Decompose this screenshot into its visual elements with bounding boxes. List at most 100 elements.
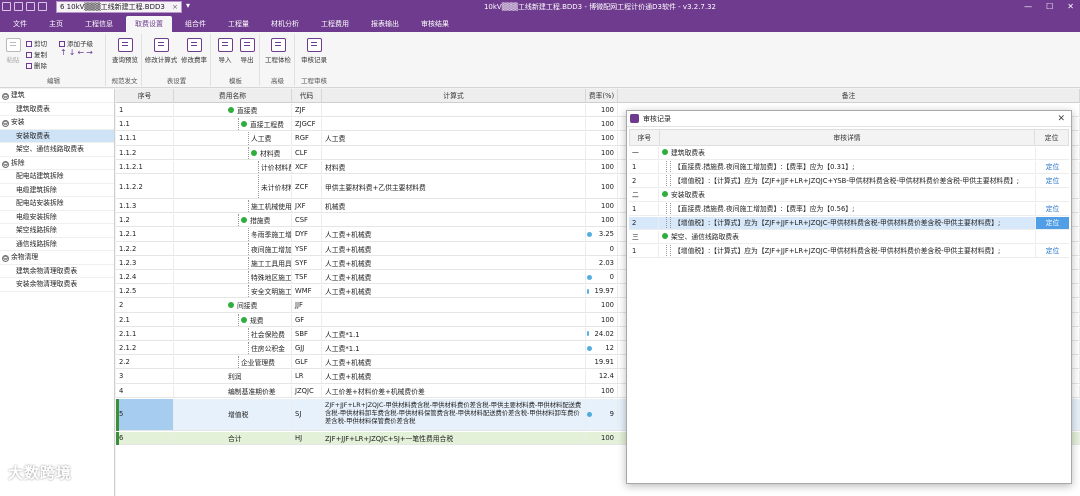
- expand-node-icon[interactable]: [241, 121, 247, 128]
- header-rate[interactable]: 费率(%): [586, 89, 618, 102]
- maximize-icon[interactable]: ☐: [1046, 2, 1053, 11]
- cell-rate[interactable]: 0: [586, 271, 618, 284]
- cell-formula[interactable]: 人工费+机械费: [322, 285, 586, 298]
- cell-rate[interactable]: 0: [586, 242, 618, 255]
- locate-link[interactable]: 定位: [1036, 161, 1069, 173]
- locate-link[interactable]: 定位: [1036, 175, 1069, 187]
- locate-link[interactable]: 定位: [1036, 203, 1069, 215]
- tree-item[interactable]: ⊖ 余物清理: [0, 251, 114, 265]
- project-check-button[interactable]: 工程体检: [263, 38, 293, 64]
- tree-item[interactable]: 安装余物清理取费表: [0, 278, 114, 292]
- add-child-button[interactable]: 添加子级: [59, 38, 93, 48]
- cell-formula[interactable]: 人工费+机械费: [322, 228, 586, 241]
- cell-formula[interactable]: 人工费: [322, 132, 586, 145]
- locate-link[interactable]: 定位: [1036, 217, 1069, 229]
- cell-code[interactable]: ZCF: [292, 175, 322, 198]
- cell-name[interactable]: 安全文明施工费: [174, 285, 292, 298]
- cell-code[interactable]: CLF: [292, 146, 322, 159]
- dialog-titlebar[interactable]: 审核记录 ✕: [627, 111, 1071, 127]
- cell-code[interactable]: ZJF: [292, 104, 322, 117]
- query-preview-button[interactable]: 查询预览: [109, 38, 141, 64]
- menu-fee-settings[interactable]: 取费设置: [126, 16, 172, 32]
- cell-name[interactable]: 社会保险费: [174, 327, 292, 340]
- cell-name[interactable]: 材料费: [174, 146, 292, 159]
- tree-item[interactable]: 架空线路拆除: [0, 224, 114, 238]
- cell-rate[interactable]: 12.4: [586, 370, 618, 383]
- cell-code[interactable]: YSF: [292, 242, 322, 255]
- menu-project-info[interactable]: 工程信息: [76, 16, 122, 32]
- cell-name[interactable]: 施工工具用具使用费: [174, 256, 292, 269]
- audit-row[interactable]: 二 安装取费表: [629, 189, 1069, 202]
- cell-name[interactable]: 夜间施工增加费: [174, 242, 292, 255]
- cell-rate[interactable]: 100: [586, 175, 618, 198]
- cell-formula[interactable]: 甲供主要材料费+乙供主要材料费: [322, 175, 586, 198]
- delete-button[interactable]: 删除: [26, 60, 47, 70]
- minimize-icon[interactable]: —: [1024, 2, 1032, 11]
- cell-formula[interactable]: [322, 299, 586, 312]
- cell-rate[interactable]: 100: [586, 313, 618, 326]
- cell-formula[interactable]: 人工费+机械费: [322, 271, 586, 284]
- expand-node-icon[interactable]: [228, 107, 234, 114]
- header-no[interactable]: 序号: [116, 89, 174, 102]
- export-button[interactable]: 导出: [237, 38, 257, 64]
- menu-quantities[interactable]: 工程量: [219, 16, 258, 32]
- cell-code[interactable]: JZQJC: [292, 384, 322, 397]
- cell-name[interactable]: 间接费: [174, 299, 292, 312]
- cell-rate[interactable]: 100: [586, 431, 618, 444]
- audit-row[interactable]: 1 【直接费.措施费.夜间施工增加费】:【费率】应为【0.31】; 定位: [629, 161, 1069, 174]
- audit-row[interactable]: 一 建筑取费表: [629, 147, 1069, 160]
- cell-code[interactable]: JXF: [292, 200, 322, 213]
- cell-formula[interactable]: [322, 214, 586, 227]
- cell-code[interactable]: ZJGCF: [292, 118, 322, 131]
- cell-rate[interactable]: 19.91: [586, 356, 618, 369]
- cell-rate[interactable]: 100: [586, 214, 618, 227]
- collapse-icon[interactable]: ⊖: [2, 255, 9, 262]
- expand-node-icon[interactable]: [251, 149, 257, 156]
- cell-name[interactable]: 人工费: [174, 132, 292, 145]
- tree-item[interactable]: 建筑取费表: [0, 103, 114, 116]
- tree-item[interactable]: 架空、通信线路取费表: [0, 143, 114, 157]
- collapse-icon[interactable]: ⊖: [2, 160, 9, 168]
- cell-formula[interactable]: ZJF+JJF+LR+JZQJC-甲供材料费含税-甲供材料费价差含税-甲供主要材…: [322, 398, 586, 430]
- menu-project-cost[interactable]: 工程费用: [312, 16, 358, 32]
- header-remark[interactable]: 备注: [618, 89, 1080, 102]
- cell-name[interactable]: 企业管理费: [174, 356, 292, 369]
- tree-item[interactable]: 电缆建筑拆除: [0, 184, 114, 197]
- audit-row[interactable]: 1 【增值税】:【计算式】应为【ZJF+JJF+LR+JZQJC-甲供材料费含税-…: [629, 245, 1069, 258]
- arrow-up-icon[interactable]: ↑: [60, 48, 69, 57]
- cell-name[interactable]: 未计价材料费: [174, 175, 292, 198]
- tree-item[interactable]: 配电站安装拆除: [0, 197, 114, 211]
- locate-link[interactable]: [1036, 189, 1069, 201]
- cell-name[interactable]: 增值税: [174, 398, 292, 430]
- cell-formula[interactable]: 人工费+机械费: [322, 356, 586, 369]
- cell-formula[interactable]: [322, 118, 586, 131]
- group-node-icon[interactable]: [662, 191, 668, 197]
- cell-rate[interactable]: 100: [586, 160, 618, 173]
- menu-report-output[interactable]: 报表输出: [362, 16, 408, 32]
- cell-rate[interactable]: 2.03: [586, 256, 618, 269]
- expand-node-icon[interactable]: [228, 302, 234, 309]
- locate-link[interactable]: 定位: [1036, 245, 1069, 257]
- cell-rate[interactable]: 12: [586, 342, 618, 355]
- audit-row[interactable]: 2 【增值税】:【计算式】应为【ZJF+JJF+LR+JZQJC-甲供材料费含税-…: [629, 217, 1069, 230]
- cell-formula[interactable]: 人工费+机械费: [322, 242, 586, 255]
- cell-code[interactable]: XCF: [292, 160, 322, 173]
- cell-name[interactable]: 直接工程费: [174, 118, 292, 131]
- cell-formula[interactable]: [322, 313, 586, 326]
- cell-name[interactable]: 规费: [174, 313, 292, 326]
- group-node-icon[interactable]: [662, 233, 668, 239]
- cell-formula[interactable]: 人工费+机械费: [322, 370, 586, 383]
- audit-row[interactable]: 三 架空、通信线路取费表: [629, 231, 1069, 244]
- cell-name[interactable]: 编制基准期价差: [174, 384, 292, 397]
- cell-code[interactable]: RGF: [292, 132, 322, 145]
- header-code[interactable]: 代码: [292, 89, 322, 102]
- cell-code[interactable]: SYF: [292, 256, 322, 269]
- cell-code[interactable]: SJ: [292, 398, 322, 430]
- cell-rate[interactable]: 100: [586, 132, 618, 145]
- cell-rate[interactable]: 3.25: [586, 228, 618, 241]
- cell-name[interactable]: 冬雨季施工增加费: [174, 228, 292, 241]
- cell-code[interactable]: JJF: [292, 299, 322, 312]
- cell-code[interactable]: CSF: [292, 214, 322, 227]
- cell-name[interactable]: 直接费: [174, 104, 292, 117]
- tree-item[interactable]: 电缆安装拆除: [0, 211, 114, 224]
